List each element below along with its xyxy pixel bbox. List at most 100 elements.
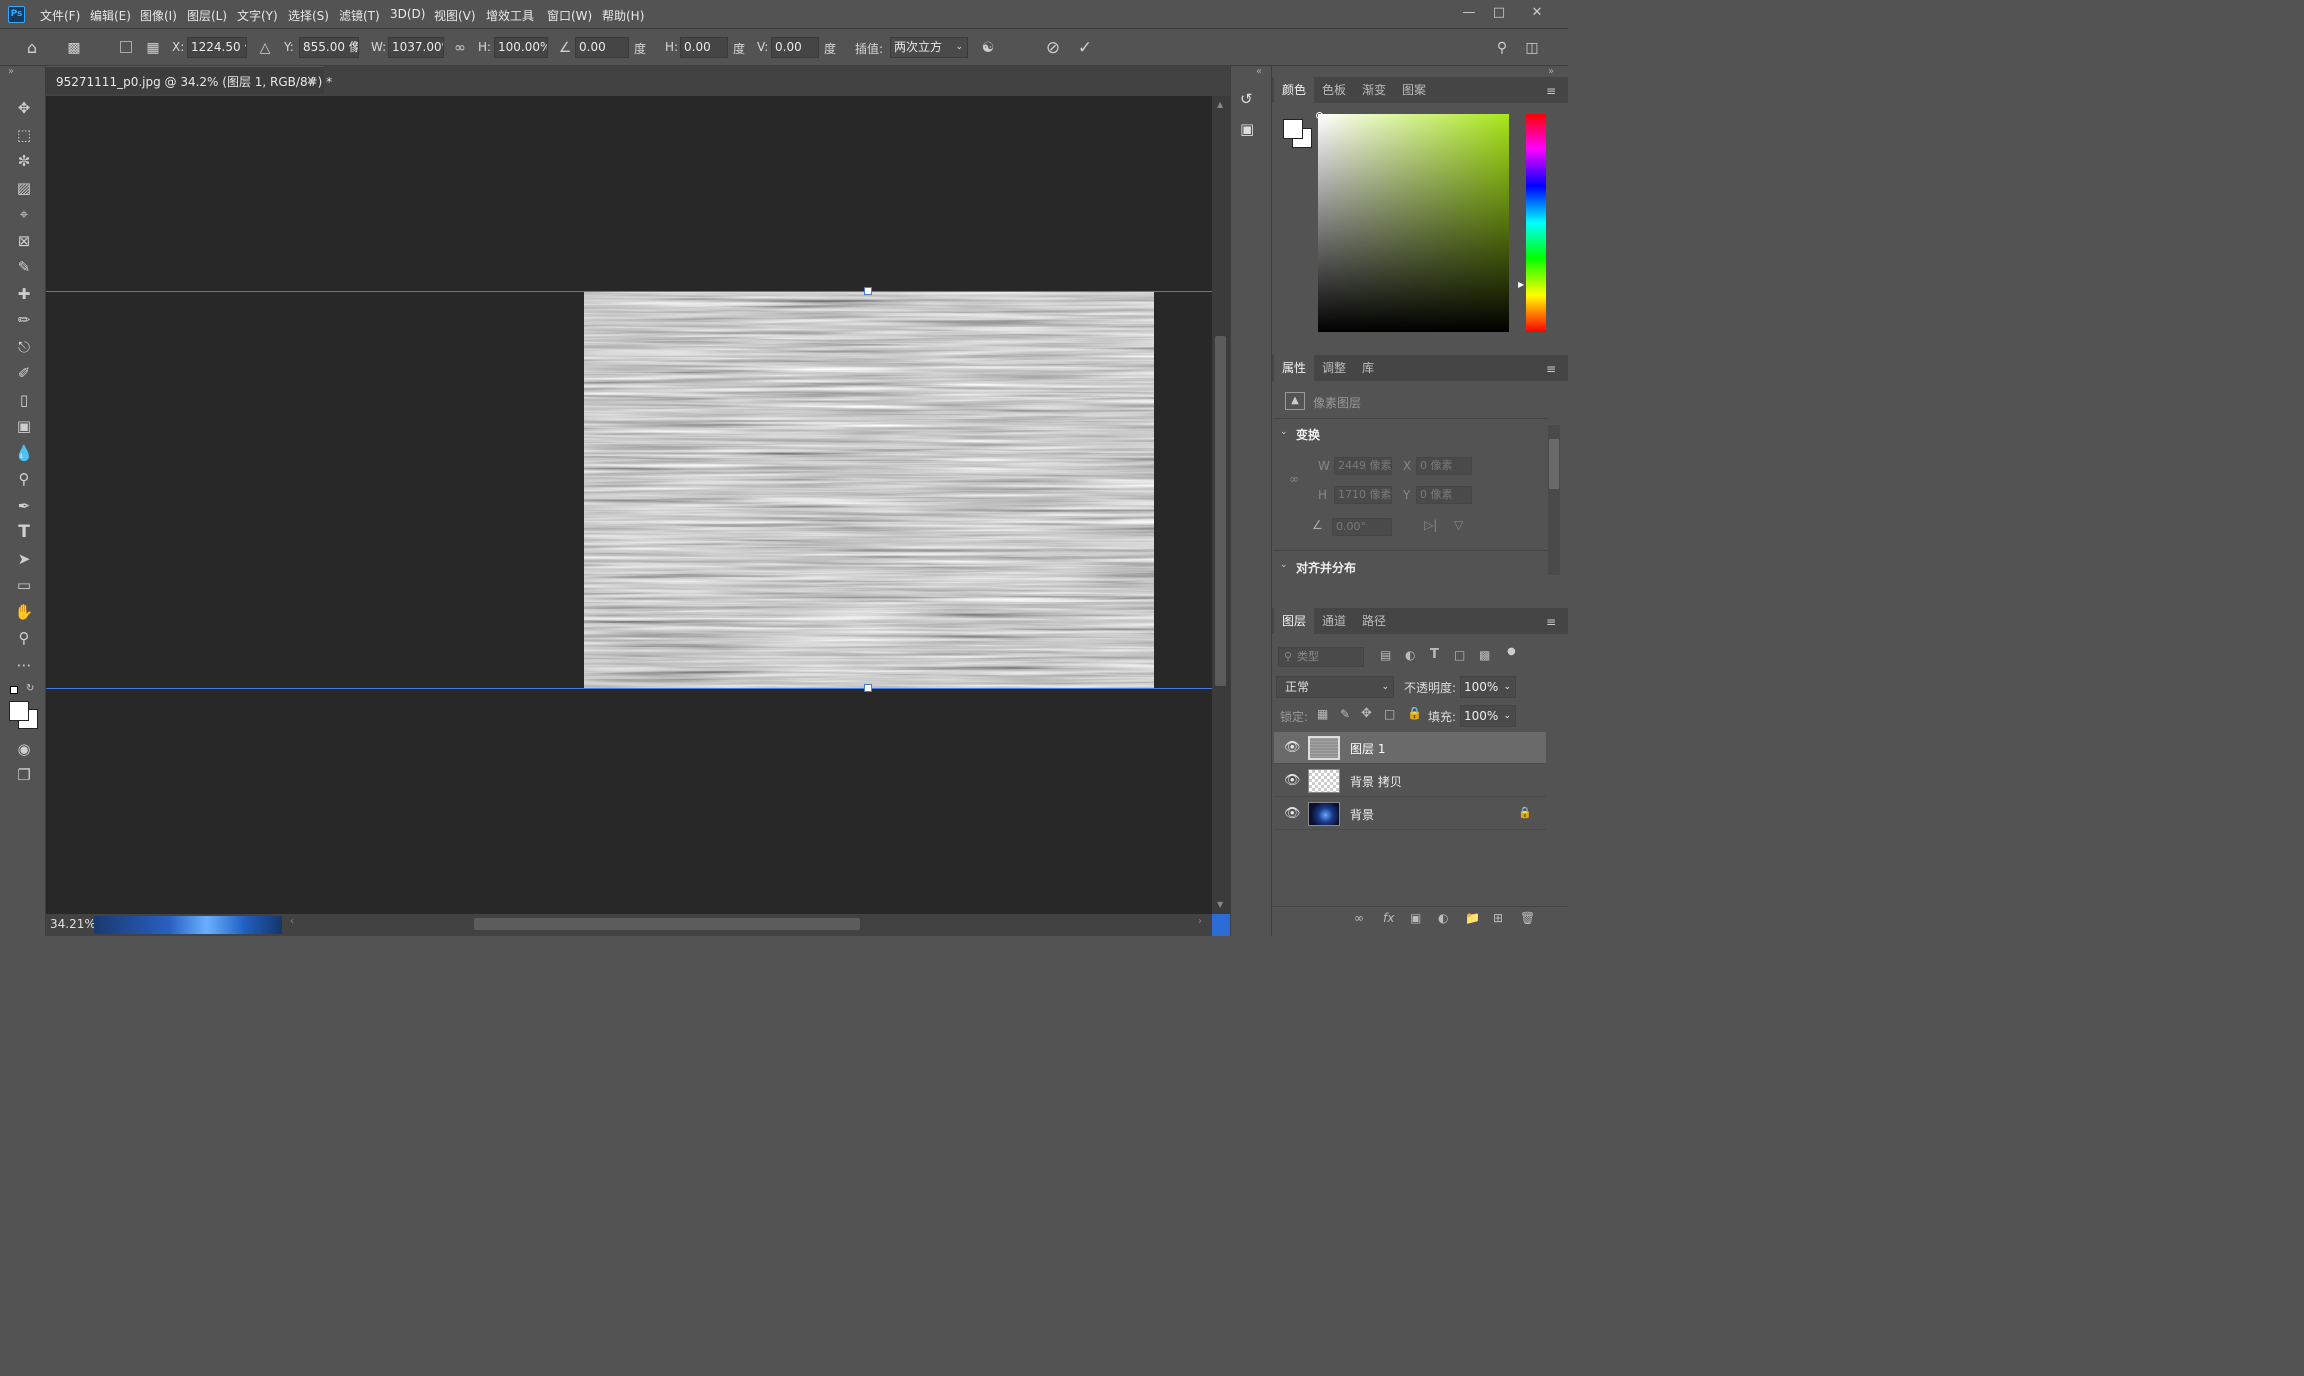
prop-angle-field[interactable]: 0.00°: [1332, 518, 1392, 536]
visibility-eye-icon[interactable]: 👁: [1284, 773, 1301, 788]
layer-filter-select[interactable]: ⚲ 类型: [1278, 647, 1364, 667]
reference-point-icon[interactable]: ▩: [64, 38, 84, 58]
menu-item[interactable]: 增效工具: [486, 7, 534, 24]
layer-name[interactable]: 图层 1: [1350, 740, 1385, 757]
document-tab[interactable]: 95271111_p0.jpg @ 34.2% (图层 1, RGB/8#) *…: [46, 66, 332, 94]
filter-type-icon[interactable]: T: [1430, 647, 1439, 662]
interpolation-select[interactable]: 两次立方 ⌄: [890, 37, 968, 58]
hue-slider-marker-icon[interactable]: ▶: [1518, 280, 1524, 289]
tab-paths[interactable]: 路径: [1354, 608, 1394, 634]
chevron-down-icon[interactable]: ⌄: [1280, 427, 1288, 437]
path-select-tool-icon[interactable]: ➤: [12, 548, 36, 570]
filter-toggle-icon[interactable]: ●: [1507, 646, 1516, 657]
scroll-left-icon[interactable]: ‹: [290, 916, 294, 927]
menu-item[interactable]: 视图(V): [434, 7, 476, 24]
tab-patterns[interactable]: 图案: [1394, 77, 1434, 103]
tab-channels[interactable]: 通道: [1314, 608, 1354, 634]
scroll-right-icon[interactable]: ›: [1198, 916, 1202, 927]
relative-position-icon[interactable]: △: [255, 38, 275, 58]
blur-tool-icon[interactable]: 💧: [12, 442, 36, 464]
h-skew-input[interactable]: 0.00: [680, 37, 728, 58]
layer-name[interactable]: 背景 拷贝: [1350, 773, 1402, 790]
menu-item[interactable]: 编辑(E): [90, 7, 131, 24]
align-section-title[interactable]: 对齐并分布: [1296, 559, 1356, 576]
tab-color[interactable]: 颜色: [1274, 77, 1314, 103]
tab-gradients[interactable]: 渐变: [1354, 77, 1394, 103]
properties-scrollbar[interactable]: [1548, 425, 1560, 575]
vertical-scroll-thumb[interactable]: [1215, 336, 1226, 686]
foreground-color-swatch[interactable]: [9, 701, 29, 721]
pen-tool-icon[interactable]: ✒: [12, 495, 36, 517]
scroll-down-icon[interactable]: ▼: [1217, 900, 1223, 909]
tab-layers[interactable]: 图层: [1274, 608, 1314, 634]
chevron-down-icon[interactable]: ⌄: [1280, 560, 1288, 570]
new-layer-icon[interactable]: ⊞: [1493, 911, 1503, 925]
menu-item[interactable]: 窗口(W): [547, 7, 592, 24]
tab-swatches[interactable]: 色板: [1314, 77, 1354, 103]
close-tab-icon[interactable]: ×: [306, 73, 316, 87]
scroll-up-icon[interactable]: ▲: [1217, 100, 1223, 109]
tab-libraries[interactable]: 库: [1354, 355, 1382, 381]
flip-vertical-icon[interactable]: ▽: [1454, 518, 1463, 532]
link-dimensions-icon[interactable]: ∞: [1289, 472, 1299, 486]
transform-section-title[interactable]: 变换: [1296, 426, 1320, 443]
prop-y-field[interactable]: 0 像素: [1416, 486, 1472, 504]
add-mask-icon[interactable]: ▣: [1410, 911, 1421, 925]
properties-panel-menu-icon[interactable]: ≡: [1546, 362, 1556, 376]
crop-tool-icon[interactable]: ⌖: [12, 203, 36, 225]
prop-height-field[interactable]: 1710 像素: [1334, 486, 1392, 504]
color-picker-field[interactable]: [1318, 114, 1509, 332]
history-panel-icon[interactable]: ↺: [1240, 90, 1253, 108]
adjustment-layer-icon[interactable]: ◐: [1438, 911, 1448, 925]
healing-brush-tool-icon[interactable]: ✚: [12, 283, 36, 305]
cancel-transform-icon[interactable]: ⊘: [1043, 38, 1063, 58]
stamp-tool-icon[interactable]: ⎋: [12, 336, 36, 358]
menu-item[interactable]: 图像(I): [140, 7, 177, 24]
filter-smart-object-icon[interactable]: ▩: [1479, 648, 1490, 662]
prop-width-field[interactable]: 2449 像素: [1334, 457, 1392, 475]
zoom-level[interactable]: 34.21%: [50, 917, 96, 931]
default-colors-icon[interactable]: [10, 686, 18, 694]
brush-tool-icon[interactable]: ✏: [12, 309, 36, 331]
lock-artboard-icon[interactable]: □: [1384, 707, 1395, 721]
menu-item[interactable]: 帮助(H): [602, 7, 644, 24]
layers-panel-menu-icon[interactable]: ≡: [1546, 615, 1556, 629]
panel-foreground-swatch[interactable]: [1283, 119, 1303, 139]
y-position-input[interactable]: 855.00 像素: [299, 37, 359, 58]
rotation-input[interactable]: 0.00: [575, 37, 629, 58]
width-input[interactable]: 1037.00%: [388, 37, 444, 58]
fill-input[interactable]: 100% ⌄: [1460, 705, 1516, 727]
lock-image-icon[interactable]: ✎: [1340, 707, 1350, 721]
close-window-icon[interactable]: ✕: [1526, 4, 1548, 22]
visibility-eye-icon[interactable]: 👁: [1284, 806, 1301, 821]
zoom-tool-icon[interactable]: ⚲: [12, 627, 36, 649]
height-input[interactable]: 100.00%: [494, 37, 548, 58]
swap-colors-icon[interactable]: ↻: [26, 683, 34, 694]
screen-mode-icon[interactable]: ❐: [12, 764, 36, 786]
object-select-tool-icon[interactable]: ▨: [12, 177, 36, 199]
type-tool-icon[interactable]: T: [12, 521, 36, 543]
history-brush-tool-icon[interactable]: ✐: [12, 362, 36, 384]
search-icon[interactable]: ⚲: [1492, 38, 1512, 58]
marquee-tool-icon[interactable]: ⬚: [12, 124, 36, 146]
move-tool-icon[interactable]: ✥: [12, 97, 36, 119]
dodge-tool-icon[interactable]: ⚲: [12, 468, 36, 490]
link-icon[interactable]: ∞: [450, 38, 470, 58]
layer-style-icon[interactable]: fx: [1383, 911, 1394, 925]
lasso-tool-icon[interactable]: ✼: [12, 150, 36, 172]
lock-position-icon[interactable]: ✥: [1361, 706, 1372, 721]
transform-handle-top[interactable]: [864, 287, 872, 295]
layer-row[interactable]: 👁 背景 拷贝: [1274, 765, 1546, 797]
filter-adjustment-icon[interactable]: ◐: [1405, 648, 1415, 662]
opacity-input[interactable]: 100% ⌄: [1460, 676, 1516, 698]
hand-tool-icon[interactable]: ✋: [12, 601, 36, 623]
blend-mode-select[interactable]: 正常 ⌄: [1276, 676, 1394, 698]
prop-x-field[interactable]: 0 像素: [1416, 457, 1472, 475]
more-tools-icon[interactable]: ⋯: [12, 654, 36, 676]
x-position-input[interactable]: 1224.50 像: [187, 37, 247, 58]
home-icon[interactable]: ⌂: [22, 38, 42, 58]
horizontal-scroll-thumb[interactable]: [474, 918, 860, 930]
workspace-icon[interactable]: ◫: [1522, 38, 1542, 58]
filter-shape-icon[interactable]: □: [1454, 648, 1465, 662]
link-layers-icon[interactable]: ∞: [1354, 911, 1364, 925]
